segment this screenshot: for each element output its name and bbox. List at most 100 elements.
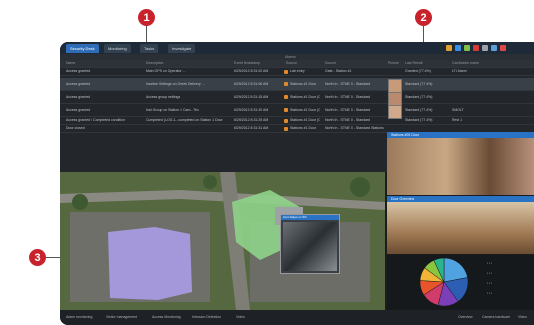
status-overview[interactable]: Overview	[458, 315, 473, 319]
col-header-cardholder[interactable]: Cardholder name	[452, 60, 502, 67]
source-icon	[284, 82, 288, 86]
cell-description: Main GPS on Operator ...	[146, 69, 186, 73]
cell-timestamp: 6/29/2012 8:31:15 AM	[234, 95, 269, 99]
cell-last-result: Standard (77.4%)	[405, 95, 433, 99]
tab-investigate[interactable]: Investigate	[168, 44, 196, 53]
tab-security-desk-label: Security Desk	[70, 46, 95, 51]
app-window: Security Desk Monitoring Tasks Investiga…	[60, 42, 534, 325]
camera-tile[interactable]: Door Overview	[387, 196, 534, 254]
stats-panel: ▪ ▪ ▪ ▪ ▪ ▪ ▪ ▪ ▪ ▪ ▪ ▪	[387, 255, 534, 310]
cell-description: Inst Group on Station 1 Cam...Tex	[146, 108, 199, 112]
camera-feed	[387, 202, 534, 254]
cell-description: Access group settings	[146, 95, 181, 99]
cell-timestamp: 6/29/2012 8:31:06 AM	[234, 82, 269, 86]
map-popup-header: Cam Maps on 5th	[281, 215, 339, 220]
camera-feed	[387, 138, 534, 195]
cell-source-2: North In - STNE 0 - Standard Stations	[325, 126, 384, 130]
col-header-description[interactable]: Description	[146, 60, 226, 67]
site-map[interactable]: Cam Maps on 5th	[60, 172, 385, 310]
tray-icon-warning[interactable]	[473, 45, 479, 51]
tray-icon-alerts[interactable]	[446, 45, 452, 51]
cell-last-result: Granted (77.4%)	[405, 69, 431, 73]
cell-source-2: North In - STNE 0 - Standard	[325, 95, 371, 99]
cell-name: Access granted	[66, 108, 91, 112]
cell-source: Stations #1 Door (Clear)	[290, 108, 320, 112]
cell-source: Stations #1 Door	[290, 126, 317, 130]
pie-chart	[419, 257, 469, 307]
source-icon	[284, 127, 288, 131]
tab-security-desk[interactable]: Security Desk	[66, 44, 99, 53]
cell-timestamp: 6/29/2012 8:31:31 AM	[234, 126, 269, 130]
cell-name: Access granted	[66, 69, 91, 73]
source-icon	[284, 119, 288, 123]
cardholder-photo[interactable]	[388, 105, 402, 119]
status-video-right[interactable]: Video	[518, 315, 527, 319]
cell-last-result: Standard (77.4%)	[405, 82, 433, 86]
col-header-timestamp[interactable]: Event timestamp	[234, 60, 284, 67]
table-row[interactable]: Access granted Main GPS on Operator ... …	[60, 68, 534, 76]
table-row[interactable]: Access granted Inst Group on Station 1 C…	[60, 104, 534, 117]
tab-monitoring-label: Monitoring	[108, 46, 127, 51]
tab-investigate-label: Investigate	[172, 46, 192, 51]
tab-tasks[interactable]: Tasks	[140, 44, 159, 53]
source-icon	[284, 108, 288, 112]
status-alarm-monitoring[interactable]: Alarm monitoring	[66, 315, 92, 319]
cell-source-2: North In - STNE 0 - Standard	[325, 82, 371, 86]
cell-description: Inactive Settings on Greek Delivery ...	[146, 82, 205, 86]
col-header-name[interactable]: Name	[66, 60, 136, 67]
status-visitor-management[interactable]: Visitor management	[106, 315, 137, 319]
cell-last-result: Standard (77.4%)	[405, 108, 433, 112]
cell-source-2: North In - STNE 0 - Standard	[325, 118, 371, 122]
camera-tile[interactable]: Stations #01 Door	[387, 132, 534, 195]
cell-name: Access granted / Completed condition	[66, 118, 125, 122]
col-header-source-2[interactable]: Source	[325, 60, 380, 67]
cell-cardholder: SMOLT	[452, 108, 464, 112]
tab-bar: Security Desk Monitoring Tasks Investiga…	[60, 42, 534, 54]
cell-source: Stations #1 Door (Clear)	[290, 118, 320, 122]
legend-row: ▪ ▪ ▪	[487, 271, 492, 275]
tab-monitoring[interactable]: Monitoring	[104, 44, 131, 53]
tray-icon-network[interactable]	[455, 45, 461, 51]
cell-source: Lab entry	[290, 69, 305, 73]
cell-timestamp: 6/29/2012 8:31:25 AM	[234, 118, 269, 122]
callout-2: 2	[415, 9, 432, 26]
map-popup-video	[283, 222, 337, 271]
status-camera-hardware[interactable]: Camera hardware	[482, 315, 510, 319]
cell-name: Access granted	[66, 95, 91, 99]
legend-row: ▪ ▪ ▪	[487, 291, 492, 295]
tray-icon-help[interactable]	[491, 45, 497, 51]
tray-icon-settings[interactable]	[482, 45, 488, 51]
col-header-source[interactable]: Source	[286, 60, 316, 67]
cell-source: Stations #1 Door	[290, 82, 317, 86]
cell-timestamp: 6/29/2012 8:31:02 AM	[234, 69, 269, 73]
legend-row: ▪ ▪ ▪	[487, 261, 492, 265]
cell-cardholder: Rest 1	[452, 118, 463, 122]
cell-name: Door closed	[66, 126, 85, 130]
table-row[interactable]: Access granted / Completed condition Com…	[60, 117, 534, 125]
cardholder-photo[interactable]	[388, 79, 402, 93]
status-bar: Alarm monitoring Visitor management Acce…	[60, 310, 534, 325]
cell-source: Stations #1 Door (Clear)	[290, 95, 320, 99]
cell-timestamp: 6/29/2012 8:31:20 AM	[234, 108, 269, 112]
status-access-monitoring[interactable]: Access Monitoring	[152, 315, 181, 319]
tray-icon-users[interactable]	[464, 45, 470, 51]
table-row[interactable]: Access granted Inactive Settings on Gree…	[60, 78, 534, 91]
cardholder-photo[interactable]	[388, 92, 402, 106]
grid-header-row: Name Description Event timestamp Source …	[60, 60, 534, 68]
camera-tile-label: Stations #01 Door	[391, 133, 420, 137]
map-popup-label: Cam Maps on 5th	[283, 215, 307, 219]
callout-3: 3	[29, 249, 46, 266]
col-header-picture[interactable]: Picture	[388, 60, 402, 67]
cell-cardholder: LTI Alarm	[452, 69, 467, 73]
cell-last-result: Standard (77.4%)	[405, 118, 433, 122]
table-row[interactable]: Access granted Access group settings 6/2…	[60, 91, 534, 104]
cell-source-2: Gate - Station #1	[325, 69, 352, 73]
col-header-last-result[interactable]: Last Result	[405, 60, 445, 67]
cell-source-2: North In - STNE 0 - Standard	[325, 108, 371, 112]
tray-icon-power[interactable]	[500, 45, 506, 51]
map-camera-popup[interactable]: Cam Maps on 5th	[280, 214, 340, 274]
status-intrusion-detection[interactable]: Intrusion Detection	[192, 315, 221, 319]
source-icon	[284, 70, 288, 74]
camera-tile-label: Door Overview	[391, 197, 415, 201]
status-video[interactable]: Video	[236, 315, 245, 319]
